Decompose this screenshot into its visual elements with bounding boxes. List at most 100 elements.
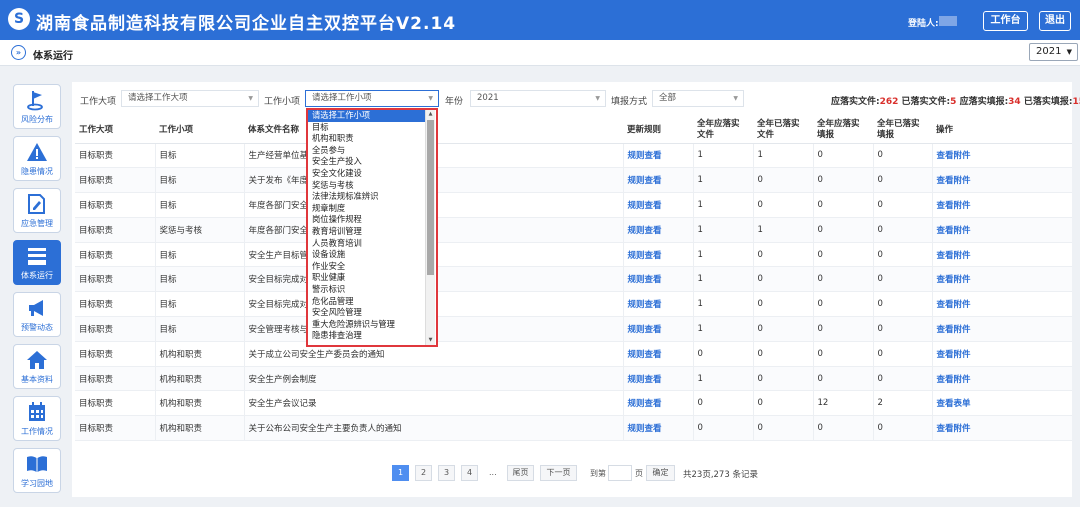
dropdown-option[interactable]: 法律法规标准辨识 <box>308 191 426 203</box>
breadcrumb: » 体系运行 <box>0 40 1080 66</box>
year-select[interactable]: 2021 ▼ <box>1029 43 1078 61</box>
cell-rule-link[interactable]: 规则查看 <box>622 390 693 417</box>
cell-plan-files: 1 <box>692 291 753 318</box>
cell-rule-link[interactable]: 规则查看 <box>622 266 693 293</box>
cell-plan-files: 1 <box>692 217 753 243</box>
filter-year-select[interactable]: 2021 ▼ <box>470 90 606 107</box>
page-ellipsis: ... <box>489 468 497 477</box>
page-button-1[interactable]: 1 <box>392 465 409 481</box>
calendar-icon <box>29 402 45 421</box>
cell-action-link[interactable]: 查看附件 <box>931 217 1072 243</box>
dropdown-option[interactable]: 人员教育培训 <box>308 238 426 250</box>
pagination-total: 共23页,273 条记录 <box>683 470 758 480</box>
dropdown-option[interactable]: 警示标识 <box>308 284 426 296</box>
cell-major: 目标职责 <box>75 217 155 243</box>
reports-count: 34 <box>1008 97 1021 107</box>
cell-rule-link[interactable]: 规则查看 <box>622 143 693 169</box>
dropdown-option[interactable]: 教育培训管理 <box>308 226 426 238</box>
scroll-up-icon[interactable]: ▲ <box>426 110 435 119</box>
cell-action-link[interactable]: 查看表单 <box>931 390 1072 417</box>
cell-plan-files: 1 <box>692 167 753 194</box>
dropdown-option[interactable]: 安全生产投入 <box>308 156 426 168</box>
filter-minor-select[interactable]: 请选择工作小项 ▼ <box>305 90 439 107</box>
cell-action-link[interactable]: 查看附件 <box>931 192 1072 218</box>
cell-action-link[interactable]: 查看附件 <box>931 341 1072 367</box>
filter-mode-select[interactable]: 全部 ▼ <box>652 90 744 107</box>
dropdown-option[interactable]: 重大危险源辨识与管理 <box>308 319 426 331</box>
cell-major: 目标职责 <box>75 341 155 367</box>
sidebar-item-risk[interactable]: 风险分布 <box>13 84 61 129</box>
cell-action-link[interactable]: 查看附件 <box>931 366 1072 392</box>
cell-rule-link[interactable]: 规则查看 <box>622 192 693 218</box>
table-row: 目标职责 机构和职责 关于成立公司安全生产委员会的通知 规则查看 0 0 0 0 查看附件 <box>75 341 1072 367</box>
dropdown-option[interactable]: 设备设施 <box>308 249 426 261</box>
logo-icon: S <box>8 8 30 30</box>
dropdown-option[interactable]: 请选择工作小项 <box>308 110 426 122</box>
sidebar-item-hazard[interactable]: 隐患情况 <box>13 136 61 181</box>
cell-plan-reports: 12 <box>812 390 873 417</box>
dropdown-option[interactable]: 规章制度 <box>308 203 426 215</box>
filter-major-select[interactable]: 请选择工作大项 ▼ <box>121 90 259 107</box>
dropdown-scrollbar[interactable]: ▲ ▼ <box>425 110 435 345</box>
login-label: 登陆人: <box>908 19 939 29</box>
sidebar-item-emergency[interactable]: 应急管理 <box>13 188 61 233</box>
sidebar-item-alert[interactable]: 预警动态 <box>13 292 61 337</box>
goto-confirm-button[interactable]: 确定 <box>646 465 675 481</box>
sidebar-item-basic[interactable]: 基本资料 <box>13 344 61 389</box>
cell-plan-reports: 0 <box>812 143 873 169</box>
goto-page-input[interactable] <box>608 465 632 481</box>
workbench-button[interactable]: 工作台 <box>983 11 1028 31</box>
next-page-button[interactable]: 下一页 <box>540 465 577 481</box>
dropdown-option[interactable]: 岗位操作规程 <box>308 214 426 226</box>
last-page-button[interactable]: 尾页 <box>507 465 534 481</box>
cell-rule-link[interactable]: 规则查看 <box>622 316 693 342</box>
dropdown-option[interactable]: 职业健康 <box>308 272 426 284</box>
scrollbar-thumb[interactable] <box>427 120 434 275</box>
dropdown-option[interactable]: 机构和职责 <box>308 133 426 145</box>
cell-minor: 目标 <box>154 266 244 293</box>
cell-rule-link[interactable]: 规则查看 <box>622 167 693 194</box>
cell-rule-link[interactable]: 规则查看 <box>622 217 693 243</box>
col-major: 工作大项 <box>75 118 155 144</box>
cell-major: 目标职责 <box>75 415 155 442</box>
cell-done-reports: 0 <box>872 242 932 268</box>
dropdown-option[interactable]: 危化品管理 <box>308 296 426 308</box>
cell-action-link[interactable]: 查看附件 <box>931 143 1072 169</box>
cell-rule-link[interactable]: 规则查看 <box>622 291 693 318</box>
sidebar-item-learn[interactable]: 学习园地 <box>13 448 61 493</box>
cell-action-link[interactable]: 查看附件 <box>931 167 1072 194</box>
cell-rule-link[interactable]: 规则查看 <box>622 242 693 268</box>
dropdown-option[interactable]: 安全风险管理 <box>308 307 426 319</box>
cell-plan-files: 1 <box>692 266 753 293</box>
cell-action-link[interactable]: 查看附件 <box>931 415 1072 442</box>
dropdown-option[interactable]: 隐患排查治理 <box>308 330 426 342</box>
page-button-3[interactable]: 3 <box>438 465 455 481</box>
table-row: 目标职责 奖惩与考核 年度各部门安全 规则查看 1 1 0 0 查看附件 <box>75 217 1072 243</box>
logout-button[interactable]: 退出 <box>1039 11 1071 31</box>
cell-action-link[interactable]: 查看附件 <box>931 316 1072 342</box>
cell-action-link[interactable]: 查看附件 <box>931 242 1072 268</box>
dropdown-option[interactable]: 目标 <box>308 122 426 134</box>
sidebar-item-system[interactable]: 体系运行 <box>13 240 61 285</box>
minor-item-dropdown[interactable]: 请选择工作小项 目标 机构和职责 全员参与 安全生产投入 安全文化建设 奖惩与考核 法律法规标… <box>306 108 438 347</box>
double-chevron-right-icon[interactable]: » <box>11 45 26 60</box>
cell-rule-link[interactable]: 规则查看 <box>622 341 693 367</box>
cell-action-link[interactable]: 查看附件 <box>931 291 1072 318</box>
dropdown-option[interactable]: 作业安全 <box>308 261 426 273</box>
dropdown-option[interactable]: 全员参与 <box>308 145 426 157</box>
cell-action-link[interactable]: 查看附件 <box>931 266 1072 293</box>
dropdown-option[interactable]: 奖惩与考核 <box>308 180 426 192</box>
cell-done-reports: 0 <box>872 366 932 392</box>
cell-minor: 目标 <box>154 291 244 318</box>
scroll-down-icon[interactable]: ▼ <box>426 336 435 345</box>
table-row: 目标职责 机构和职责 安全生产例会制度 规则查看 1 0 0 0 查看附件 <box>75 366 1072 392</box>
cell-rule-link[interactable]: 规则查看 <box>622 366 693 392</box>
cell-plan-files: 0 <box>692 415 753 442</box>
cell-major: 目标职责 <box>75 366 155 392</box>
cell-done-reports: 0 <box>872 316 932 342</box>
dropdown-option[interactable]: 安全文化建设 <box>308 168 426 180</box>
cell-rule-link[interactable]: 规则查看 <box>622 415 693 442</box>
page-button-4[interactable]: 4 <box>461 465 478 481</box>
sidebar-item-work[interactable]: 工作情况 <box>13 396 61 441</box>
page-button-2[interactable]: 2 <box>415 465 432 481</box>
